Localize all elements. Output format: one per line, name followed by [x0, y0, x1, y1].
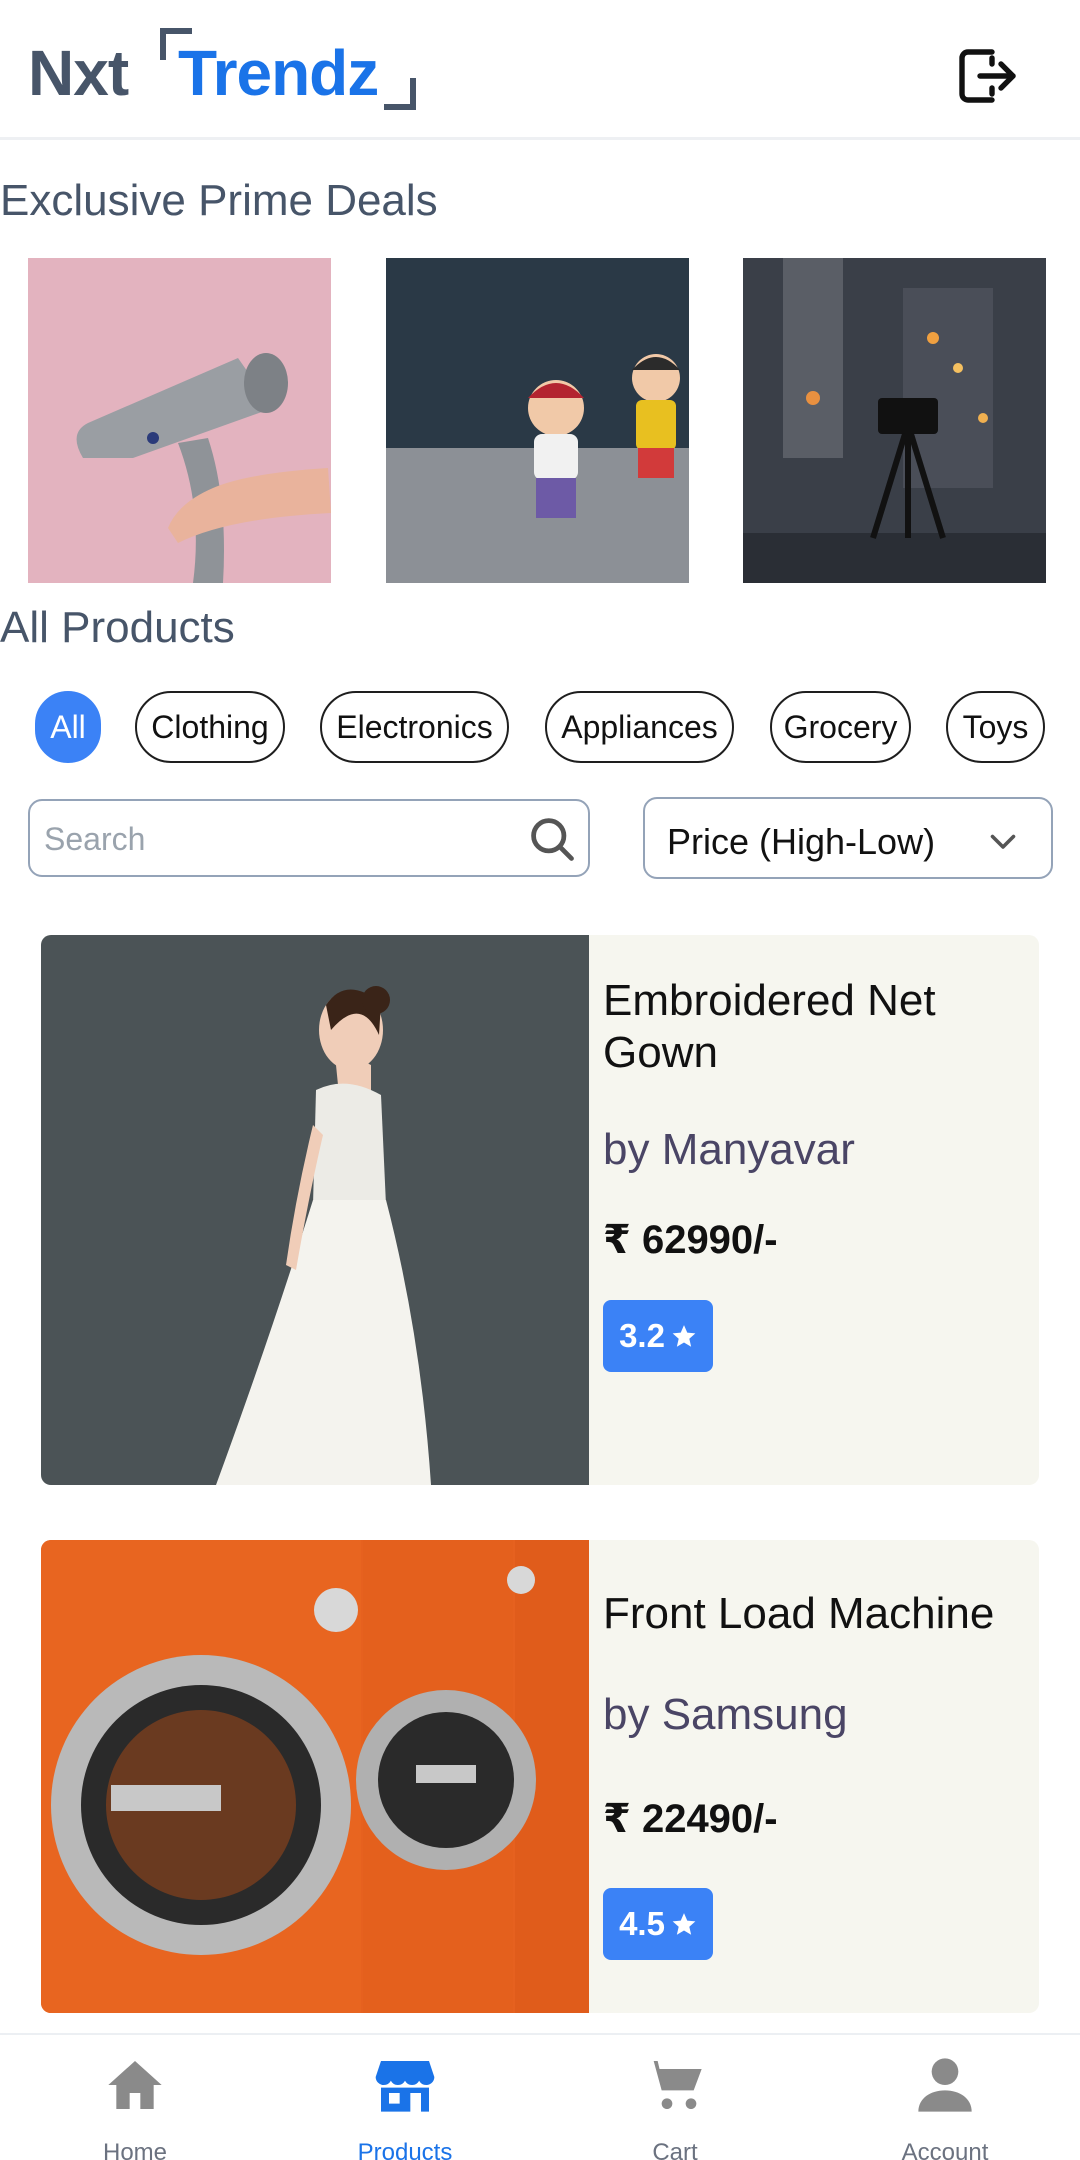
logo-bracket-bottom-right: [384, 78, 416, 110]
prime-deal-camera-tripod[interactable]: [743, 258, 1046, 583]
prime-deal-toy-figures[interactable]: [386, 258, 689, 583]
logo-prefix: Nxt: [28, 37, 129, 109]
logout-button[interactable]: [950, 40, 1022, 112]
product-price: ₹ 62990/-: [603, 1218, 778, 1262]
product-brand: by Manyavar: [603, 1125, 855, 1174]
nav-products[interactable]: Products: [270, 2035, 540, 2160]
product-image-washing-machine: [41, 1540, 589, 2013]
nav-cart-label: Cart: [652, 2139, 698, 2160]
toy-figures-image: [386, 258, 689, 583]
nav-cart[interactable]: Cart: [540, 2035, 810, 2160]
home-icon: [108, 2061, 162, 2109]
store-icon: [375, 2061, 435, 2112]
all-products-title: All Products: [0, 603, 235, 652]
product-price: ₹ 22490/-: [603, 1797, 778, 1841]
search-input[interactable]: [44, 811, 524, 867]
category-electronics[interactable]: Electronics: [320, 691, 509, 763]
product-rating: 4.5: [619, 1905, 665, 1942]
product-brand: by Samsung: [603, 1690, 848, 1739]
product-image-gown: [41, 935, 589, 1485]
nav-account-label: Account: [901, 2139, 989, 2160]
product-title: Embroidered Net Gown: [603, 976, 936, 1077]
category-clothing[interactable]: Clothing: [135, 691, 285, 763]
category-toys[interactable]: Toys: [946, 691, 1045, 763]
product-card[interactable]: Embroidered Net Gown by Manyavar ₹ 62990…: [41, 935, 1039, 1485]
bottom-navigation: Home Products Cart Account: [0, 2033, 1080, 2160]
hair-dryer-image: [28, 258, 331, 583]
sort-select[interactable]: Price (High-Low): [643, 797, 1053, 879]
category-grocery[interactable]: Grocery: [770, 691, 911, 763]
nav-home-label: Home: [102, 2139, 168, 2160]
sort-selected-value: Price (High-Low): [667, 821, 936, 862]
rating-badge: 4.5: [603, 1888, 713, 1960]
star-icon: [672, 1325, 696, 1347]
logo-brand: Trendz: [178, 37, 379, 109]
camera-tripod-image: [743, 258, 1046, 583]
category-appliances[interactable]: Appliances: [545, 691, 734, 763]
account-icon: [918, 2058, 972, 2112]
nxt-trendz-logo[interactable]: Nxt Trendz: [28, 24, 448, 124]
nav-account[interactable]: Account: [810, 2035, 1080, 2160]
cart-icon: [645, 2061, 702, 2109]
logout-icon: [959, 49, 1016, 103]
search-icon[interactable]: [526, 813, 578, 865]
chevron-down-icon: [990, 834, 1016, 849]
product-card[interactable]: Front Load Machine by Samsung ₹ 22490/- …: [41, 1540, 1039, 2013]
product-rating: 3.2: [619, 1317, 665, 1354]
search-box: [28, 799, 590, 877]
prime-deal-hair-dryer[interactable]: [28, 258, 331, 583]
star-icon: [672, 1913, 696, 1935]
app-header: Nxt Trendz: [0, 0, 1080, 140]
category-all[interactable]: All: [35, 691, 101, 763]
rating-badge: 3.2: [603, 1300, 713, 1372]
nav-home[interactable]: Home: [0, 2035, 270, 2160]
nav-products-label: Products: [357, 2139, 453, 2160]
product-title: Front Load Machine: [603, 1589, 995, 1638]
prime-deals-title: Exclusive Prime Deals: [0, 176, 438, 225]
